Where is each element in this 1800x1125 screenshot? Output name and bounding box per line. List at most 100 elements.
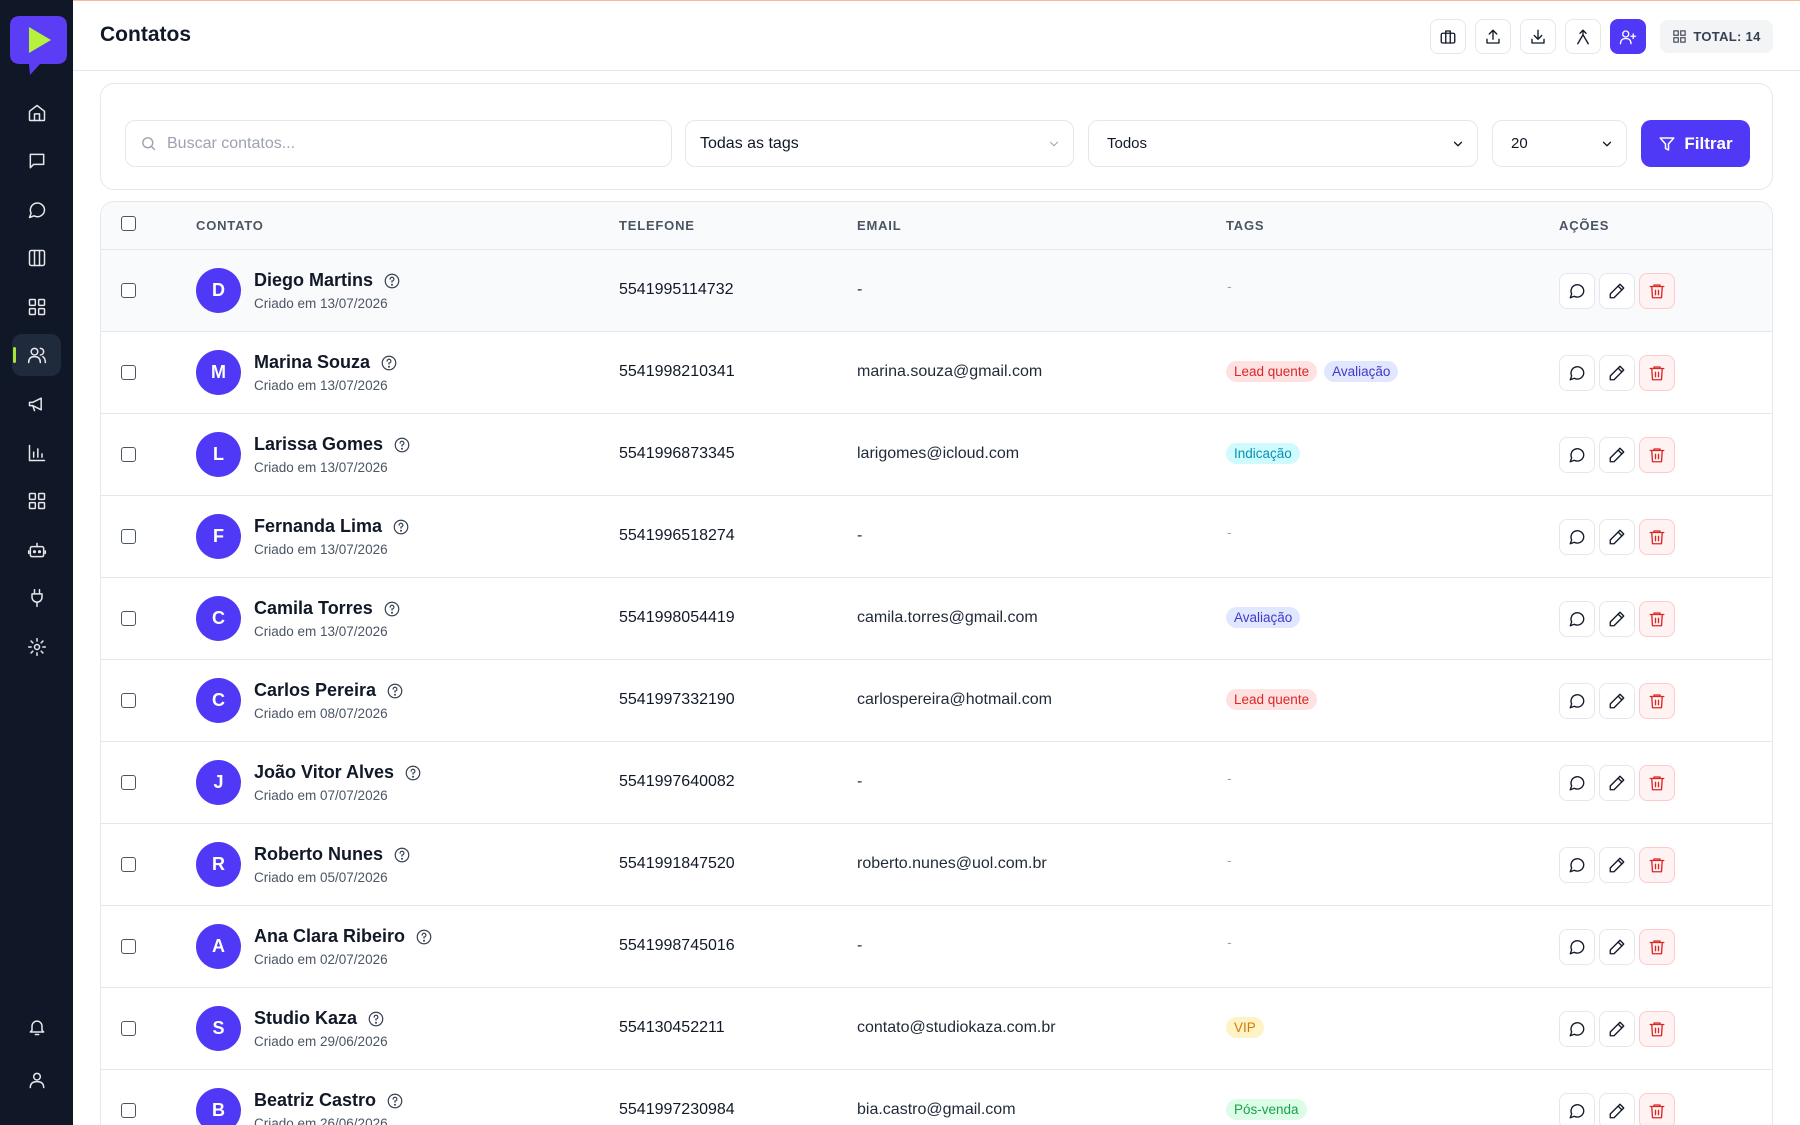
table-row[interactable]: F Fernanda Lima Criado em 13/07/2026 554… bbox=[101, 496, 1772, 578]
help-icon[interactable] bbox=[367, 1010, 385, 1028]
contact-name[interactable]: Studio Kaza bbox=[254, 1008, 385, 1029]
help-icon[interactable] bbox=[383, 600, 401, 618]
search-input[interactable] bbox=[167, 134, 647, 153]
sidebar-item-bots[interactable] bbox=[12, 529, 61, 571]
chat-button[interactable] bbox=[1559, 355, 1595, 391]
table-row[interactable]: S Studio Kaza Criado em 29/06/2026 55413… bbox=[101, 988, 1772, 1070]
delete-button[interactable] bbox=[1639, 273, 1675, 309]
sidebar-item-connections[interactable] bbox=[12, 577, 61, 619]
contact-name[interactable]: João Vitor Alves bbox=[254, 762, 422, 783]
help-icon[interactable] bbox=[415, 928, 433, 946]
delete-button[interactable] bbox=[1639, 765, 1675, 801]
edit-button[interactable] bbox=[1599, 437, 1635, 473]
table-row[interactable]: C Carlos Pereira Criado em 08/07/2026 55… bbox=[101, 660, 1772, 742]
chat-button[interactable] bbox=[1559, 437, 1595, 473]
chat-button[interactable] bbox=[1559, 929, 1595, 965]
tags-select[interactable]: Todas as tags bbox=[685, 120, 1074, 167]
sidebar-item-dashboard[interactable] bbox=[12, 286, 61, 328]
row-checkbox[interactable] bbox=[121, 693, 136, 708]
tag-badge[interactable]: Lead quente bbox=[1226, 689, 1318, 710]
edit-button[interactable] bbox=[1599, 847, 1635, 883]
sidebar-item-integrations[interactable] bbox=[12, 480, 61, 522]
table-row[interactable]: J João Vitor Alves Criado em 07/07/2026 … bbox=[101, 742, 1772, 824]
sidebar-item-reports[interactable] bbox=[12, 432, 61, 474]
sidebar-item-campaigns[interactable] bbox=[12, 383, 61, 425]
row-checkbox[interactable] bbox=[121, 611, 136, 626]
table-row[interactable]: L Larissa Gomes Criado em 13/07/2026 554… bbox=[101, 414, 1772, 496]
table-row[interactable]: B Beatriz Castro Criado em 26/06/2026 55… bbox=[101, 1070, 1772, 1125]
contact-name[interactable]: Larissa Gomes bbox=[254, 434, 411, 455]
sidebar-item-notifications[interactable] bbox=[12, 1006, 61, 1048]
contact-name[interactable]: Fernanda Lima bbox=[254, 516, 410, 537]
help-icon[interactable] bbox=[386, 682, 404, 700]
help-icon[interactable] bbox=[404, 764, 422, 782]
sidebar-item-profile[interactable] bbox=[12, 1059, 61, 1101]
contact-name[interactable]: Ana Clara Ribeiro bbox=[254, 926, 433, 947]
table-row[interactable]: D Diego Martins Criado em 13/07/2026 554… bbox=[101, 250, 1772, 332]
row-checkbox[interactable] bbox=[121, 939, 136, 954]
contact-name[interactable]: Diego Martins bbox=[254, 270, 401, 291]
edit-button[interactable] bbox=[1599, 273, 1635, 309]
tag-badge[interactable]: VIP bbox=[1226, 1017, 1264, 1038]
row-checkbox[interactable] bbox=[121, 1021, 136, 1036]
edit-button[interactable] bbox=[1599, 601, 1635, 637]
sidebar-item-kanban[interactable] bbox=[12, 237, 61, 279]
delete-button[interactable] bbox=[1639, 1011, 1675, 1047]
edit-button[interactable] bbox=[1599, 1011, 1635, 1047]
delete-button[interactable] bbox=[1639, 683, 1675, 719]
row-checkbox[interactable] bbox=[121, 529, 136, 544]
chat-button[interactable] bbox=[1559, 1011, 1595, 1047]
table-row[interactable]: C Camila Torres Criado em 13/07/2026 554… bbox=[101, 578, 1772, 660]
row-checkbox[interactable] bbox=[121, 857, 136, 872]
table-row[interactable]: R Roberto Nunes Criado em 05/07/2026 554… bbox=[101, 824, 1772, 906]
tag-badge[interactable]: Avaliação bbox=[1324, 361, 1399, 382]
sidebar-item-chat[interactable] bbox=[12, 189, 61, 231]
row-checkbox[interactable] bbox=[121, 365, 136, 380]
briefcase-button[interactable] bbox=[1430, 19, 1466, 54]
filter-button[interactable]: Filtrar bbox=[1641, 120, 1750, 167]
tag-badge[interactable]: Pós-venda bbox=[1226, 1099, 1307, 1120]
edit-button[interactable] bbox=[1599, 355, 1635, 391]
delete-button[interactable] bbox=[1639, 1093, 1675, 1125]
chat-button[interactable] bbox=[1559, 1093, 1595, 1125]
search-field[interactable] bbox=[125, 120, 672, 167]
contact-name[interactable]: Beatriz Castro bbox=[254, 1090, 404, 1111]
export-button[interactable] bbox=[1520, 19, 1556, 54]
delete-button[interactable] bbox=[1639, 601, 1675, 637]
delete-button[interactable] bbox=[1639, 437, 1675, 473]
sidebar-item-messages[interactable] bbox=[12, 140, 61, 182]
chat-button[interactable] bbox=[1559, 519, 1595, 555]
row-checkbox[interactable] bbox=[121, 1103, 136, 1118]
chat-button[interactable] bbox=[1559, 847, 1595, 883]
status-select[interactable]: Todos bbox=[1088, 120, 1478, 167]
select-all-checkbox[interactable] bbox=[121, 216, 136, 231]
help-icon[interactable] bbox=[393, 436, 411, 454]
delete-button[interactable] bbox=[1639, 519, 1675, 555]
contact-name[interactable]: Marina Souza bbox=[254, 352, 398, 373]
row-checkbox[interactable] bbox=[121, 447, 136, 462]
edit-button[interactable] bbox=[1599, 929, 1635, 965]
help-icon[interactable] bbox=[380, 354, 398, 372]
logo[interactable] bbox=[8, 14, 69, 76]
add-contact-button[interactable] bbox=[1610, 19, 1646, 54]
tag-badge[interactable]: Avaliação bbox=[1226, 607, 1301, 628]
merge-button[interactable] bbox=[1565, 19, 1601, 54]
sidebar-item-settings[interactable] bbox=[12, 626, 61, 668]
delete-button[interactable] bbox=[1639, 355, 1675, 391]
chat-button[interactable] bbox=[1559, 273, 1595, 309]
chat-button[interactable] bbox=[1559, 601, 1595, 637]
row-checkbox[interactable] bbox=[121, 283, 136, 298]
help-icon[interactable] bbox=[393, 846, 411, 864]
chat-button[interactable] bbox=[1559, 683, 1595, 719]
edit-button[interactable] bbox=[1599, 683, 1635, 719]
import-button[interactable] bbox=[1475, 19, 1511, 54]
sidebar-item-home[interactable] bbox=[12, 92, 61, 134]
contact-name[interactable]: Roberto Nunes bbox=[254, 844, 411, 865]
table-row[interactable]: A Ana Clara Ribeiro Criado em 02/07/2026… bbox=[101, 906, 1772, 988]
table-row[interactable]: M Marina Souza Criado em 13/07/2026 5541… bbox=[101, 332, 1772, 414]
delete-button[interactable] bbox=[1639, 929, 1675, 965]
help-icon[interactable] bbox=[383, 272, 401, 290]
edit-button[interactable] bbox=[1599, 765, 1635, 801]
contact-name[interactable]: Camila Torres bbox=[254, 598, 401, 619]
help-icon[interactable] bbox=[386, 1092, 404, 1110]
